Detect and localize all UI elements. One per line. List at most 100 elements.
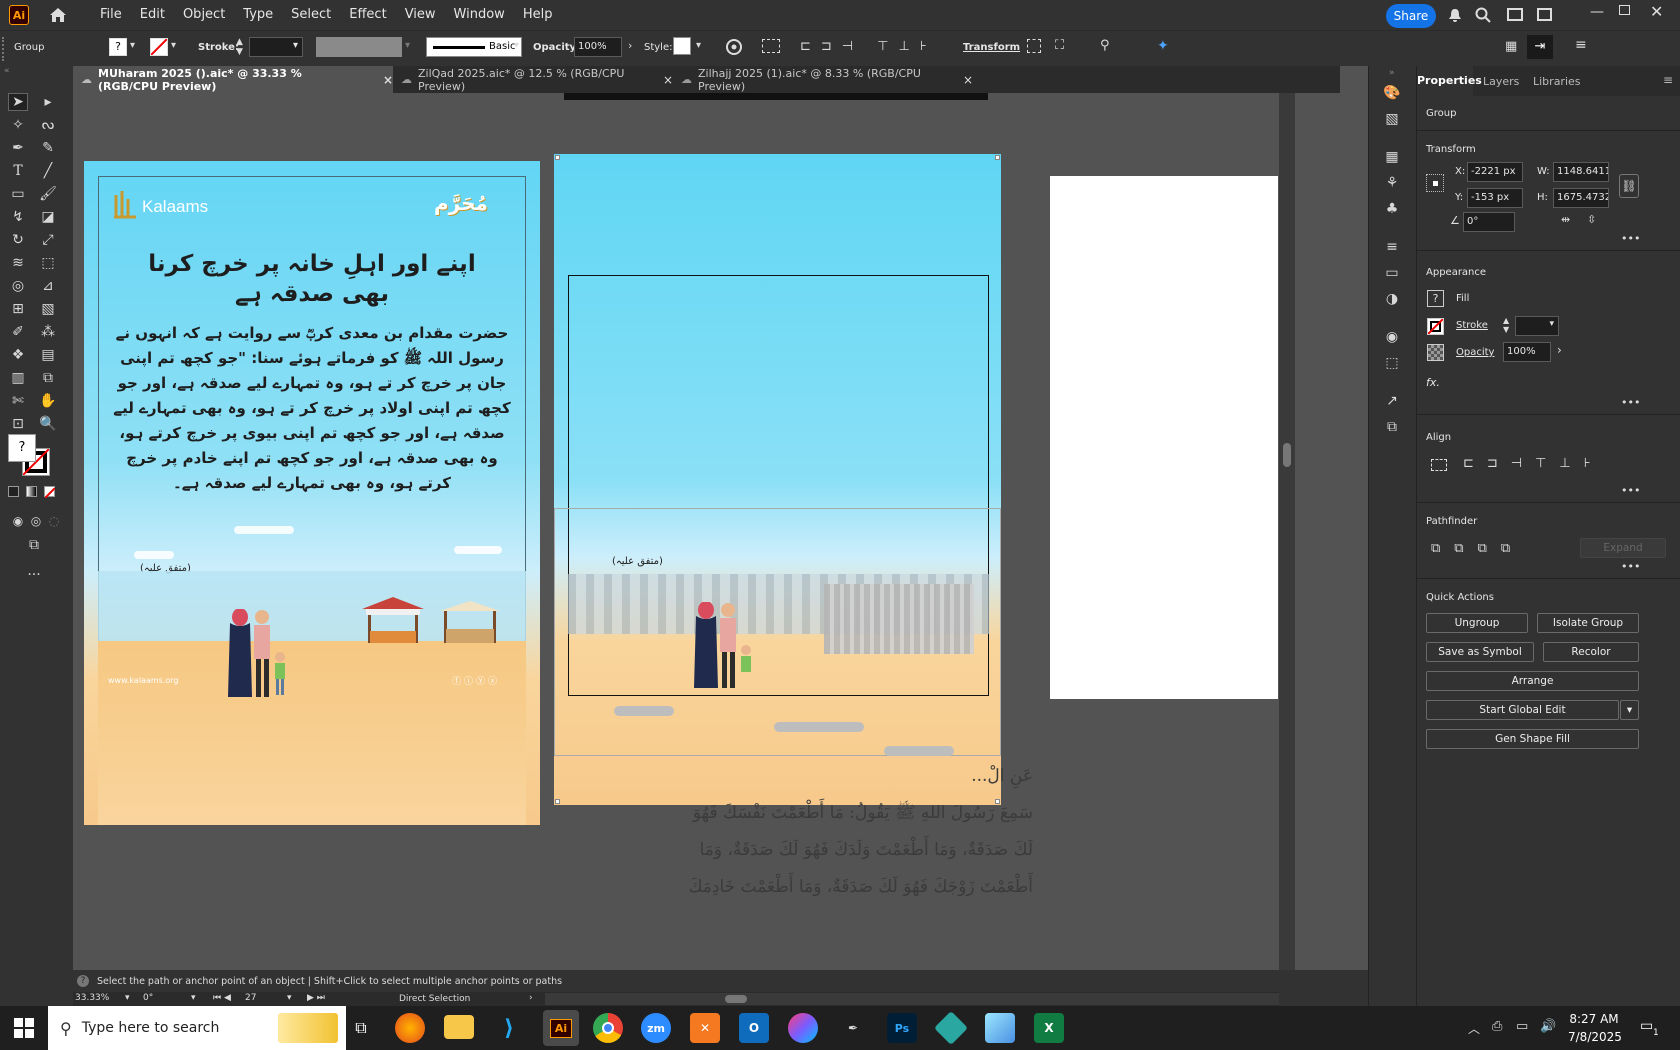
- rotation-select[interactable]: 0° ▾: [143, 993, 203, 1006]
- clock-time[interactable]: 8:27 AM: [1568, 1012, 1620, 1026]
- tray-icon[interactable]: ⎙: [1492, 1019, 1502, 1034]
- more-icon[interactable]: ≡: [1575, 37, 1587, 53]
- perspective-icon[interactable]: ⊿: [38, 277, 58, 295]
- curvature-icon[interactable]: ✎: [38, 139, 58, 157]
- align-buttons[interactable]: ⊏⊐⊣⊤⊥⊦: [1463, 456, 1604, 471]
- more-options-icon[interactable]: •••: [1621, 396, 1640, 409]
- print-tiling-icon[interactable]: ⊡: [8, 415, 28, 433]
- stroke-weight-input[interactable]: ▾: [1515, 316, 1559, 336]
- column-graph-icon[interactable]: ▥: [8, 369, 28, 387]
- align-to-icon[interactable]: [762, 39, 780, 53]
- puppet-warp-icon[interactable]: ⚲: [1100, 38, 1110, 53]
- xampp-icon[interactable]: ✕: [690, 1013, 720, 1043]
- tab-properties[interactable]: Properties: [1417, 66, 1482, 96]
- collapse-icon[interactable]: »: [1389, 68, 1395, 78]
- fill-color-box[interactable]: ?: [8, 434, 36, 462]
- transparency-icon[interactable]: ◑: [1382, 290, 1402, 308]
- isolate-group-button[interactable]: Isolate Group: [1537, 613, 1639, 633]
- opacity-label[interactable]: Opacity: [1456, 347, 1494, 358]
- menu-edit[interactable]: Edit: [131, 0, 174, 30]
- excel-icon[interactable]: X: [1034, 1013, 1064, 1043]
- chevron-down-icon[interactable]: ▾: [696, 40, 701, 51]
- angle-input[interactable]: 0°: [1463, 212, 1515, 232]
- opacity-input[interactable]: 100%: [574, 37, 622, 57]
- shape-builder-icon[interactable]: ◎: [8, 277, 28, 295]
- menu-type[interactable]: Type: [234, 0, 282, 30]
- close-window-icon[interactable]: ✕: [1650, 2, 1663, 21]
- graphic-style-swatch[interactable]: [673, 37, 691, 55]
- artboard-tool-icon[interactable]: ⧉: [38, 369, 58, 387]
- chevron-down-icon[interactable]: ▾: [130, 40, 135, 51]
- pen-tool-icon[interactable]: ✒: [8, 139, 28, 157]
- restore-icon[interactable]: [1619, 5, 1630, 15]
- opacity-input[interactable]: 100%: [1503, 342, 1551, 362]
- export-icon[interactable]: ↗: [1382, 392, 1402, 410]
- artboards-panel-icon[interactable]: ⧉: [1382, 418, 1402, 436]
- pen-app-icon[interactable]: ✒: [838, 1013, 868, 1043]
- panel-toggle-icon[interactable]: ⇥: [1527, 35, 1553, 59]
- h-input[interactable]: 1675.4732: [1553, 188, 1609, 208]
- menu-select[interactable]: Select: [282, 0, 340, 30]
- rectangle-tool-icon[interactable]: ▭: [8, 185, 28, 203]
- menu-help[interactable]: Help: [514, 0, 562, 30]
- vscode-icon[interactable]: ⟩: [494, 1013, 524, 1043]
- chevron-down-icon[interactable]: ▾: [1620, 700, 1639, 720]
- workspace-icon[interactable]: [1507, 8, 1523, 21]
- network-icon[interactable]: ▭: [1516, 1019, 1528, 1034]
- recolor-button[interactable]: Recolor: [1543, 642, 1639, 662]
- symbol-sprayer-icon[interactable]: ❖: [8, 346, 28, 364]
- direct-selection-tool-icon[interactable]: ▸: [38, 93, 58, 111]
- warp-icon[interactable]: ⛶: [1055, 38, 1064, 53]
- fx-button[interactable]: fx.: [1426, 376, 1440, 389]
- gradient-mode-icon[interactable]: [26, 486, 37, 497]
- handle[interactable]: [555, 155, 560, 160]
- brush-definition[interactable]: Basic: [426, 37, 522, 57]
- draw-behind-icon[interactable]: ◎: [26, 512, 46, 530]
- handle[interactable]: [555, 799, 560, 804]
- horizontal-scrollbar[interactable]: [545, 993, 1279, 1005]
- file-explorer-icon[interactable]: [444, 1015, 474, 1039]
- creative-cloud-icon[interactable]: [788, 1013, 818, 1043]
- stroke-panel-icon[interactable]: ≡: [1382, 238, 1402, 256]
- document-panel-icon[interactable]: ▧: [1382, 110, 1402, 128]
- color-mode-icon[interactable]: [8, 486, 19, 497]
- scale-icon[interactable]: ⤢: [38, 231, 58, 249]
- stroke-swatch[interactable]: [1427, 318, 1444, 335]
- stroke-weight-input[interactable]: ▾: [249, 37, 303, 57]
- scroll-thumb[interactable]: [725, 995, 747, 1003]
- eraser-icon[interactable]: ◪: [38, 208, 58, 226]
- graph-icon[interactable]: ▤: [38, 346, 58, 364]
- slice-icon[interactable]: ✄: [8, 392, 28, 410]
- menu-window[interactable]: Window: [445, 0, 514, 30]
- zoom-select[interactable]: 33.33% ▾: [75, 993, 135, 1006]
- panel-menu-icon[interactable]: ≡: [1663, 73, 1673, 87]
- gradient-panel-icon[interactable]: ▭: [1382, 264, 1402, 282]
- reference-point-icon[interactable]: [1426, 174, 1444, 192]
- variable-width-profile[interactable]: [316, 37, 402, 57]
- fill-swatch[interactable]: ?: [1427, 290, 1444, 307]
- arrange-button[interactable]: Arrange: [1426, 671, 1639, 691]
- first-artboard-icon[interactable]: ⏮ ◀: [213, 993, 231, 1003]
- x-input[interactable]: -2221 px: [1467, 162, 1523, 182]
- task-view-icon[interactable]: ⧉: [346, 1013, 376, 1043]
- save-as-symbol-button[interactable]: Save as Symbol: [1426, 642, 1534, 662]
- tab-zilqad[interactable]: ☁ ZilQad 2025.aic* @ 12.5 % (RGB/CPU Pre…: [393, 66, 673, 93]
- handle[interactable]: [995, 155, 1000, 160]
- eyedropper-icon[interactable]: ✐: [8, 323, 28, 341]
- stroke-stepper[interactable]: ▲ ▼: [236, 37, 243, 57]
- tab-zilhajj[interactable]: ☁ Zilhajj 2025 (1).aic* @ 8.33 % (RGB/CP…: [673, 66, 973, 93]
- expand-button[interactable]: Expand: [1580, 538, 1666, 558]
- more-tools-icon[interactable]: ···: [24, 566, 44, 584]
- illustrator-taskbar-icon[interactable]: Ai: [543, 1010, 579, 1046]
- taskbar-search[interactable]: ⚲ Type here to search: [48, 1006, 346, 1050]
- swatches-icon[interactable]: ▦: [1382, 148, 1402, 166]
- pathfinder-buttons[interactable]: ⧉⧉⧉⧉: [1431, 541, 1524, 556]
- close-icon[interactable]: ×: [963, 73, 973, 87]
- recolor-icon[interactable]: [725, 38, 743, 59]
- y-input[interactable]: -153 px: [1467, 188, 1523, 208]
- zoom-app-icon[interactable]: zm: [641, 1013, 671, 1043]
- arrange-icon[interactable]: ▦: [1505, 39, 1517, 54]
- tab-layers[interactable]: Layers: [1483, 75, 1519, 88]
- transform-link[interactable]: Transform: [963, 42, 1020, 53]
- w-input[interactable]: 1148.6411: [1553, 162, 1609, 182]
